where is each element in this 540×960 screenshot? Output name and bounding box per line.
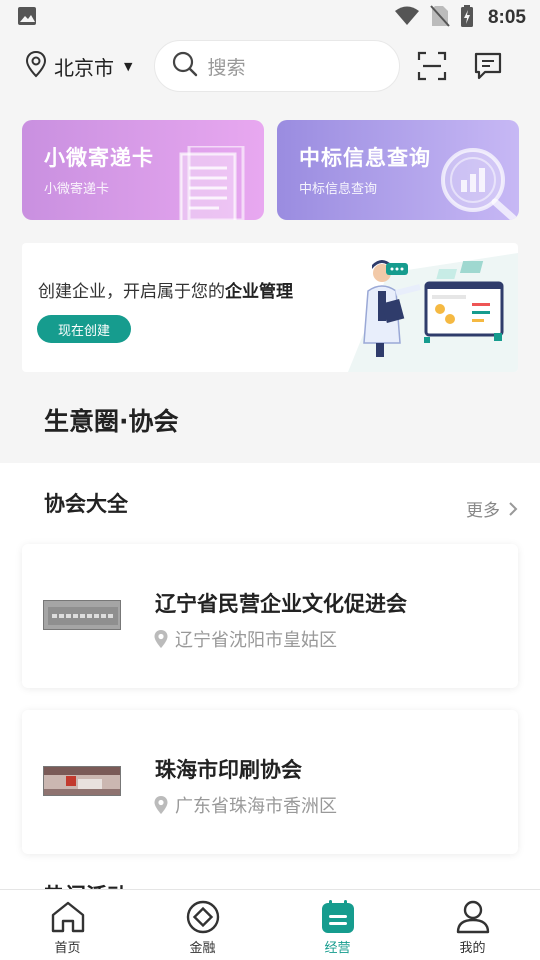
bottom-nav: 首页 金融 经营 我的 <box>0 889 540 960</box>
message-button[interactable] <box>472 50 504 82</box>
association-location: 辽宁省沈阳市皇姑区 <box>153 626 337 652</box>
status-bar: 8:05 <box>0 0 540 36</box>
next-section-title: 热门活动 <box>44 874 164 890</box>
section-title: 生意圈·协会 <box>44 407 179 436</box>
association-card[interactable]: 辽宁省民营企业文化促进会 辽宁省沈阳市皇姑区 <box>22 544 518 688</box>
create-enterprise-banner[interactable]: 创建企业，开启属于您的企业管理 现在创建 <box>22 243 518 372</box>
association-thumbnail <box>43 600 121 630</box>
image-notification-icon <box>16 5 38 31</box>
nav-business[interactable]: 经营 <box>270 890 405 960</box>
association-thumbnail <box>43 766 121 796</box>
city-selector[interactable]: 北京市 ▼ <box>24 50 132 82</box>
header: 北京市 ▼ 搜索 <box>0 36 540 96</box>
location-pin-icon <box>154 630 168 648</box>
battery-icon <box>460 5 474 31</box>
associations-title: 协会大全 <box>44 492 128 516</box>
nav-label: 金融 <box>189 941 216 956</box>
location-text: 广东省珠海市香洲区 <box>175 796 337 817</box>
card-subtitle: 小微寄递卡 <box>44 182 110 197</box>
banner-text-bold: 企业管理 <box>225 282 293 302</box>
chevron-right-icon <box>509 501 518 516</box>
status-time: 8:05 <box>487 7 526 28</box>
nav-finance[interactable]: 金融 <box>135 890 270 960</box>
search-placeholder: 搜索 <box>207 56 246 79</box>
more-label: 更多 <box>466 501 500 521</box>
scan-icon <box>417 51 447 81</box>
nav-label: 首页 <box>54 941 81 956</box>
location-pin-icon <box>154 796 168 814</box>
finance-icon <box>186 900 219 934</box>
card-subtitle: 中标信息查询 <box>299 182 378 197</box>
nav-label: 经营 <box>324 941 351 956</box>
location-text: 辽宁省沈阳市皇姑区 <box>175 630 337 651</box>
nav-label: 我的 <box>459 941 486 956</box>
association-location: 广东省珠海市香洲区 <box>153 792 337 818</box>
card-title: 小微寄递卡 <box>44 146 154 170</box>
nav-home[interactable]: 首页 <box>0 890 135 960</box>
location-pin-icon <box>24 50 48 82</box>
mini-delivery-card[interactable]: 小微寄递卡 小微寄递卡 <box>22 120 264 220</box>
caret-down-icon: ▼ <box>124 59 133 73</box>
no-sim-icon <box>430 5 450 31</box>
association-card[interactable]: 珠海市印刷协会 广东省珠海市香洲区 <box>22 710 518 854</box>
scan-button[interactable] <box>416 50 448 82</box>
message-icon <box>474 52 502 80</box>
association-name: 珠海市印刷协会 <box>155 758 302 782</box>
card-title: 中标信息查询 <box>299 146 431 170</box>
home-icon <box>51 901 84 933</box>
search-input[interactable]: 搜索 <box>154 40 401 92</box>
create-now-button[interactable]: 现在创建 <box>37 315 131 343</box>
profile-icon <box>456 900 489 934</box>
search-icon <box>171 50 199 82</box>
association-name: 辽宁省民营企业文化促进会 <box>155 592 407 616</box>
banner-text: 创建企业，开启属于您的企业管理 <box>38 277 293 302</box>
bid-info-query-card[interactable]: 中标信息查询 中标信息查询 <box>277 120 519 220</box>
business-icon <box>321 900 354 933</box>
nav-profile[interactable]: 我的 <box>405 890 540 960</box>
business-illustration <box>348 253 518 372</box>
banner-text-prefix: 创建企业，开启属于您的 <box>38 282 225 302</box>
city-name: 北京市 <box>54 55 114 80</box>
wifi-icon <box>394 6 420 30</box>
more-link[interactable]: 更多 <box>466 496 518 521</box>
